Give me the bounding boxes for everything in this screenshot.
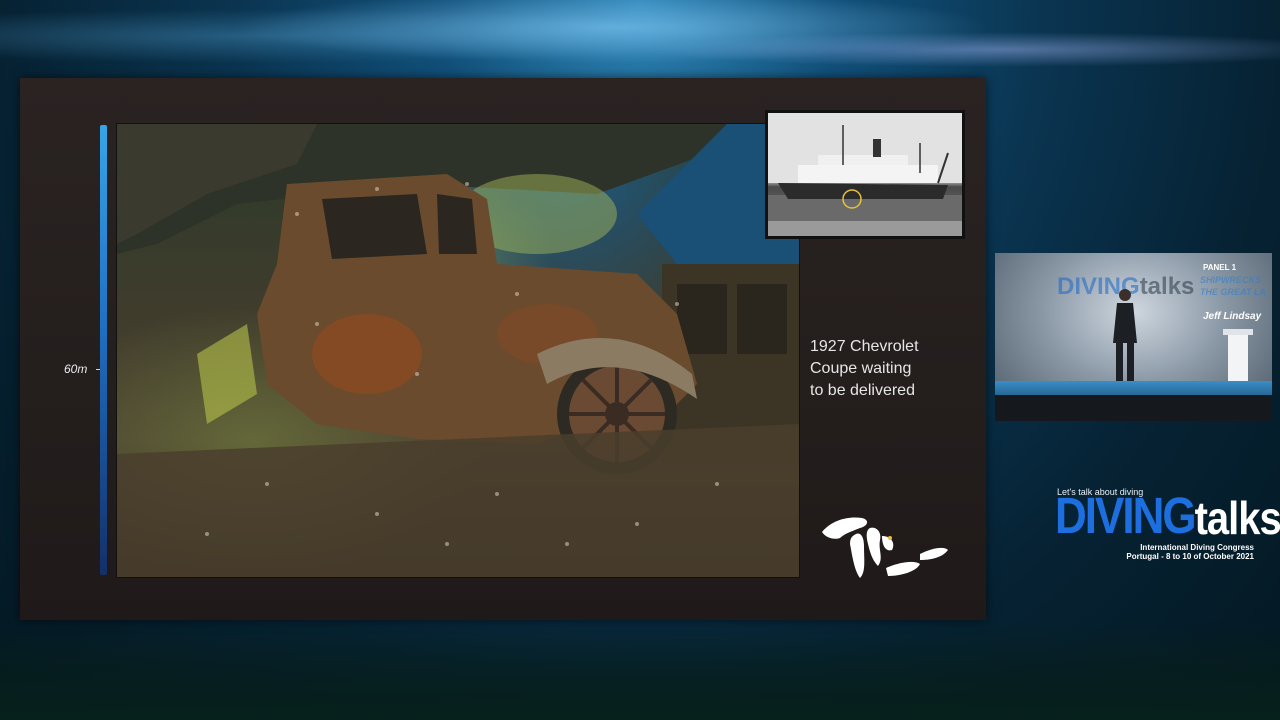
- seafloor-grass: [0, 620, 1280, 720]
- presentation-slide: 60m 1927 Chevrolet Coupe waiting to be d…: [20, 78, 986, 620]
- logo-wordmark: DIVING talks: [1055, 491, 1280, 542]
- historic-ship-photo: [765, 110, 965, 239]
- wreck-car-photo: [116, 123, 800, 578]
- caption-line: Coupe waiting: [810, 360, 912, 377]
- ship-illustration: [768, 113, 962, 236]
- photo-caption: 1927 Chevrolet Coupe waiting to be deliv…: [810, 336, 950, 402]
- presenter-video-feed: DIVINGtalks PANEL 1 SHIPWRECKS THE GREAT…: [995, 253, 1272, 421]
- logo-word-talks: talks: [1194, 493, 1280, 545]
- depth-label: 60m: [64, 362, 88, 376]
- audience-silhouettes: [995, 395, 1272, 421]
- caption-line: to be delivered: [810, 382, 915, 399]
- caption-line: 1927 Chevrolet: [810, 338, 919, 355]
- diving-talks-logo: Let's talk about diving DIVING talks Int…: [1055, 487, 1280, 561]
- depth-tick: [96, 369, 100, 370]
- great-lakes-map-icon: [822, 517, 948, 578]
- logo-event-dates: Portugal - 8 to 10 of October 2021: [1126, 552, 1254, 561]
- wreck-car-illustration: [117, 124, 799, 577]
- surface-light: [0, 0, 1280, 90]
- depth-scale-bar: [96, 125, 107, 575]
- logo-word-diving: DIVING: [1055, 488, 1197, 545]
